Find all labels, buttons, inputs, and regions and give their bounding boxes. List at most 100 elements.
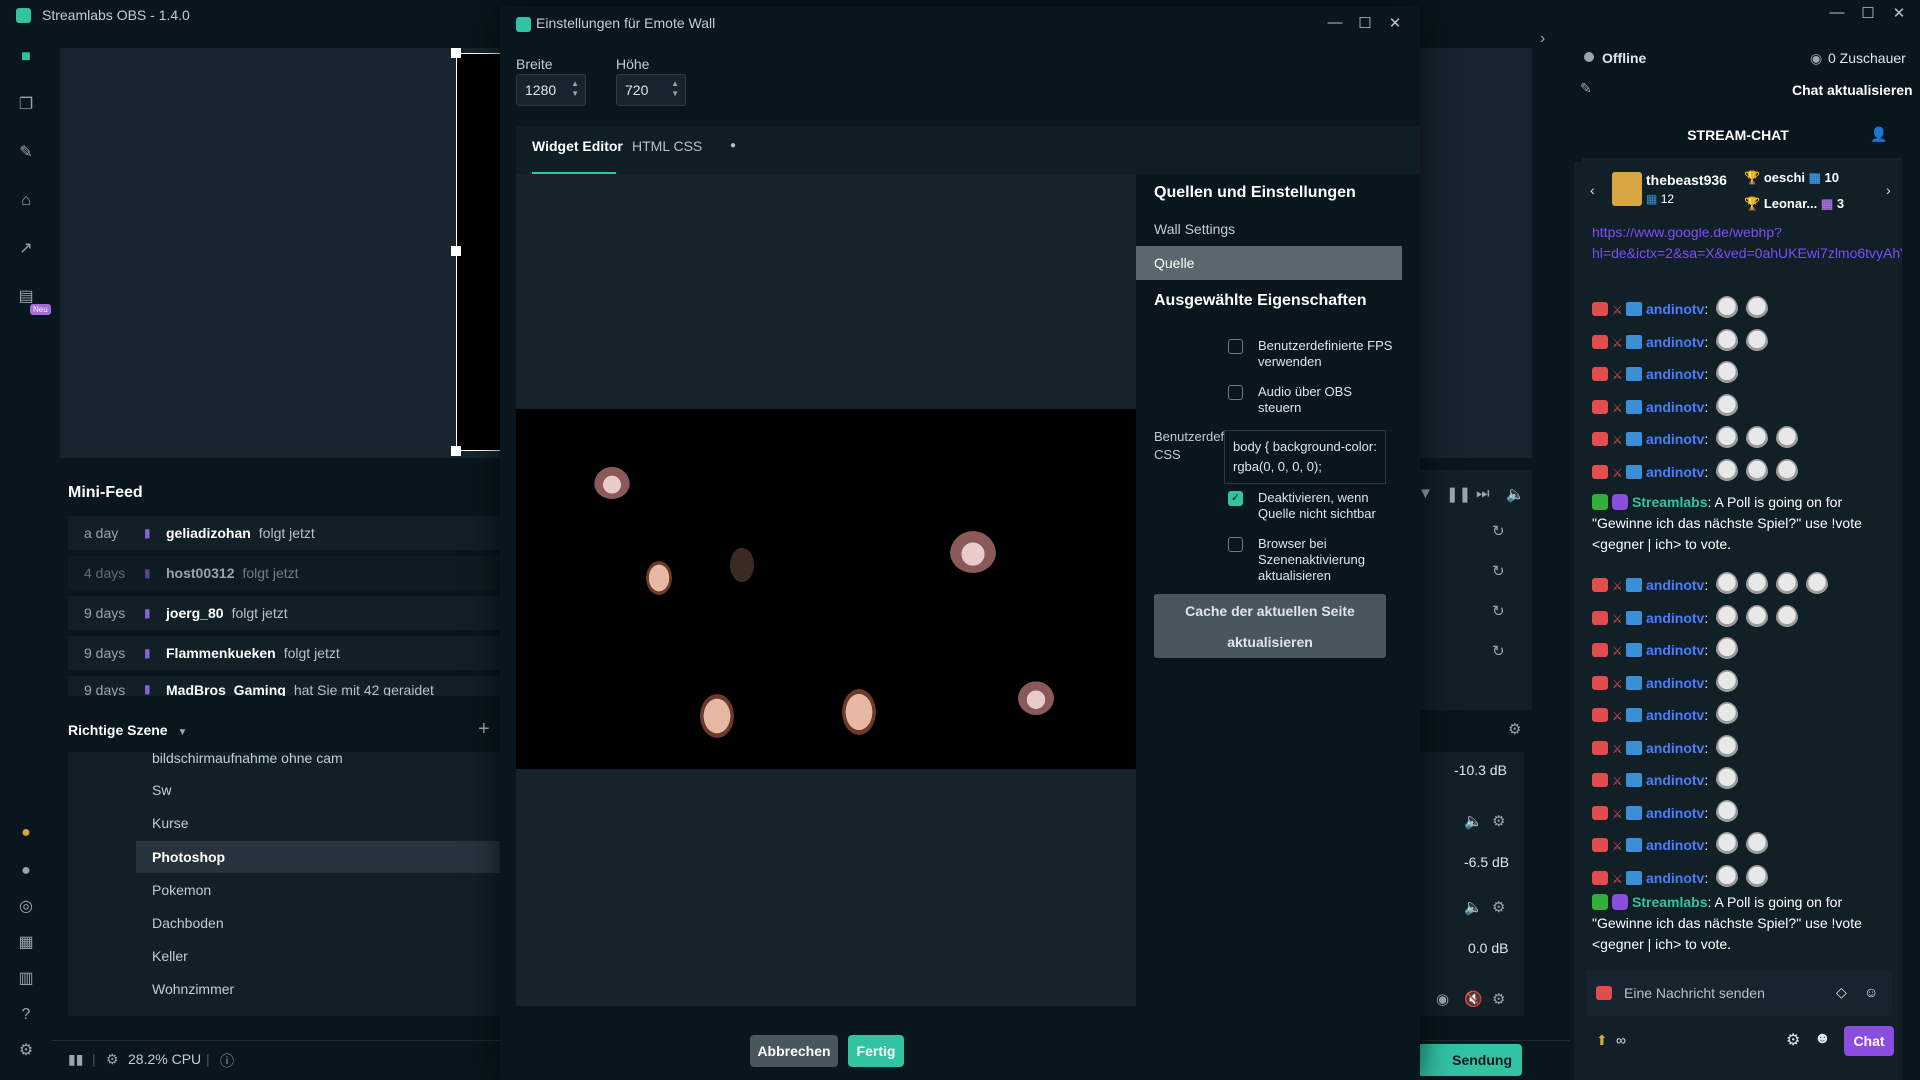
chat-user[interactable]: andinotv xyxy=(1646,366,1704,382)
info-icon[interactable]: ⓘ xyxy=(220,1051,234,1071)
stepper-icon[interactable]: ▲ ▼ xyxy=(571,79,579,99)
scene-item[interactable]: Pokemon xyxy=(136,874,500,906)
chevron-left-icon[interactable]: ‹ xyxy=(1590,182,1595,198)
users-icon[interactable]: 👤 xyxy=(1870,126,1887,143)
chat-user[interactable]: andinotv xyxy=(1646,399,1704,415)
volume-icon[interactable]: 🔈 xyxy=(1464,812,1483,830)
chat-user[interactable]: andinotv xyxy=(1646,870,1704,886)
feed-row[interactable]: 4 days ▮ host00312 folgt jetzt xyxy=(68,556,500,590)
studio-preview[interactable] xyxy=(60,48,500,458)
studio-icon[interactable]: ■ xyxy=(15,46,37,68)
prime-icon[interactable]: ● xyxy=(15,822,37,844)
refresh-scene-checkbox[interactable] xyxy=(1228,537,1243,552)
gear-icon[interactable]: ⚙ xyxy=(1492,898,1505,916)
mixer-settings-icon[interactable]: ⚙ xyxy=(1508,720,1521,738)
scene-item[interactable]: bildschirmaufnahme ohne cam xyxy=(136,752,500,774)
diamond-icon[interactable]: ◇ xyxy=(1836,984,1847,1001)
record-icon[interactable]: ● xyxy=(15,860,37,882)
chat-user[interactable]: andinotv xyxy=(1646,431,1704,447)
chat-user[interactable]: andinotv xyxy=(1646,610,1704,626)
audio-obs-option[interactable]: Audio über OBS steuern xyxy=(1228,384,1398,416)
chat-user[interactable]: andinotv xyxy=(1646,707,1704,723)
help-icon[interactable]: ? xyxy=(15,1004,37,1026)
chat-user[interactable]: Streamlabs xyxy=(1632,494,1707,510)
tab-widget-editor[interactable]: Widget Editor xyxy=(532,138,623,154)
toggle-icon[interactable]: ◉ xyxy=(1436,990,1449,1008)
pause-icon[interactable]: ❚❚ xyxy=(1446,485,1471,503)
done-button[interactable]: Fertig xyxy=(848,1035,904,1067)
wall-settings-item[interactable]: Wall Settings xyxy=(1136,212,1402,246)
chat-icon[interactable]: ◎ xyxy=(15,896,37,918)
height-input[interactable]: 720 ▲ ▼ xyxy=(616,74,686,106)
gear-icon[interactable]: ⚙ xyxy=(1492,812,1505,830)
store-icon[interactable]: ⌂ xyxy=(15,190,37,212)
deactivate-checkbox[interactable]: ✓ xyxy=(1228,491,1243,506)
refresh-chat-link[interactable]: Chat aktualisieren xyxy=(1792,82,1913,98)
top-user[interactable]: thebeast936 xyxy=(1646,172,1727,188)
scene-item[interactable]: Dachboden xyxy=(136,907,500,939)
top-user[interactable]: 🏆 oeschi ▦ 10 xyxy=(1744,170,1839,186)
resize-handle[interactable] xyxy=(451,446,461,456)
mute-icon[interactable]: 🔇 xyxy=(1464,990,1483,1008)
scene-item[interactable]: Wohnzimmer xyxy=(136,973,500,1005)
feed-row[interactable]: 9 days ▮ joerg_80 folgt jetzt xyxy=(68,596,500,630)
settings-icon[interactable]: ⚙ xyxy=(15,1040,37,1062)
chat-user[interactable]: andinotv xyxy=(1646,334,1704,350)
gear-icon[interactable]: ⚙ xyxy=(1492,990,1505,1008)
collapse-chevron-icon[interactable]: › xyxy=(1540,30,1545,48)
chat-user[interactable]: andinotv xyxy=(1646,464,1704,480)
refresh-cache-button[interactable]: Cache der aktuellen Seite aktualisieren xyxy=(1154,594,1386,658)
chat-user[interactable]: andinotv xyxy=(1646,805,1704,821)
resize-handle[interactable] xyxy=(451,48,461,58)
refresh-icon[interactable]: ↻ xyxy=(1492,602,1505,620)
library-icon[interactable]: ▥ xyxy=(15,968,37,990)
top-user[interactable]: 🏆 Leonar... ▦ 3 xyxy=(1744,196,1844,212)
chevron-right-icon[interactable]: › xyxy=(1886,182,1891,198)
fps-checkbox[interactable] xyxy=(1228,339,1243,354)
scene-collection-title[interactable]: Richtige Szene ▼ xyxy=(68,722,187,738)
minimize-icon[interactable]: — xyxy=(1824,4,1850,21)
chat-user[interactable]: andinotv xyxy=(1646,837,1704,853)
custom-css-textarea[interactable]: body { background-color: rgba(0, 0, 0, 0… xyxy=(1224,430,1386,484)
audio-checkbox[interactable] xyxy=(1228,385,1243,400)
refresh-icon[interactable]: ↻ xyxy=(1492,642,1505,660)
emote-picker-icon[interactable]: ☻ xyxy=(1814,1030,1831,1048)
chat-user[interactable]: andinotv xyxy=(1646,642,1704,658)
filter-icon[interactable]: ▼ xyxy=(1418,485,1433,502)
chat-settings-icon[interactable]: ⚙ xyxy=(1786,1030,1800,1050)
layout-icon[interactable]: ❐ xyxy=(15,94,37,116)
refresh-icon[interactable]: ↻ xyxy=(1492,522,1505,540)
skip-icon[interactable]: ⏭ xyxy=(1476,485,1490,502)
maximize-icon[interactable]: ☐ xyxy=(1352,14,1378,32)
grid-icon[interactable]: ▦ xyxy=(15,932,37,954)
cancel-button[interactable]: Abbrechen xyxy=(750,1035,838,1067)
chat-send-button[interactable]: Chat xyxy=(1844,1026,1894,1056)
chat-user[interactable]: andinotv xyxy=(1646,772,1704,788)
selected-source[interactable] xyxy=(456,53,500,451)
volume-icon[interactable]: 🔈 xyxy=(1506,485,1525,503)
dashboard-icon[interactable]: ↗ xyxy=(15,238,37,260)
chat-user[interactable]: Streamlabs xyxy=(1632,894,1707,910)
themes-icon[interactable]: ✎ xyxy=(15,142,37,164)
chat-user[interactable]: andinotv xyxy=(1646,577,1704,593)
chat-user[interactable]: andinotv xyxy=(1646,740,1704,756)
volume-icon[interactable]: 🔈 xyxy=(1464,898,1483,916)
scene-item[interactable]: Keller xyxy=(136,940,500,972)
stats-icon[interactable]: ▮▮ xyxy=(68,1051,83,1068)
feed-row[interactable]: 9 days ▮ Flammenkueken folgt jetzt xyxy=(68,636,500,670)
chat-user[interactable]: andinotv xyxy=(1646,675,1704,691)
stepper-icon[interactable]: ▲ ▼ xyxy=(671,79,679,99)
add-scene-icon[interactable]: + xyxy=(478,718,490,741)
maximize-icon[interactable]: ☐ xyxy=(1855,4,1881,22)
scene-item[interactable]: Kurse xyxy=(136,807,500,839)
refresh-scene-option[interactable]: Browser bei Szenenaktivierung aktualisie… xyxy=(1228,536,1398,584)
source-item[interactable]: Quelle xyxy=(1136,246,1402,280)
minimize-icon[interactable]: — xyxy=(1322,14,1348,31)
chat-user[interactable]: andinotv xyxy=(1646,301,1704,317)
refresh-icon[interactable]: ↻ xyxy=(1492,562,1505,580)
scene-item-active[interactable]: Photoshop xyxy=(136,841,500,873)
resize-handle[interactable] xyxy=(451,246,461,256)
chat-link[interactable]: https://www.google.de/webhp?hl=de&ictx=2… xyxy=(1592,228,1902,264)
close-icon[interactable]: ✕ xyxy=(1886,4,1912,22)
feed-row[interactable]: a day ▮ geliadizohan folgt jetzt xyxy=(68,516,500,550)
